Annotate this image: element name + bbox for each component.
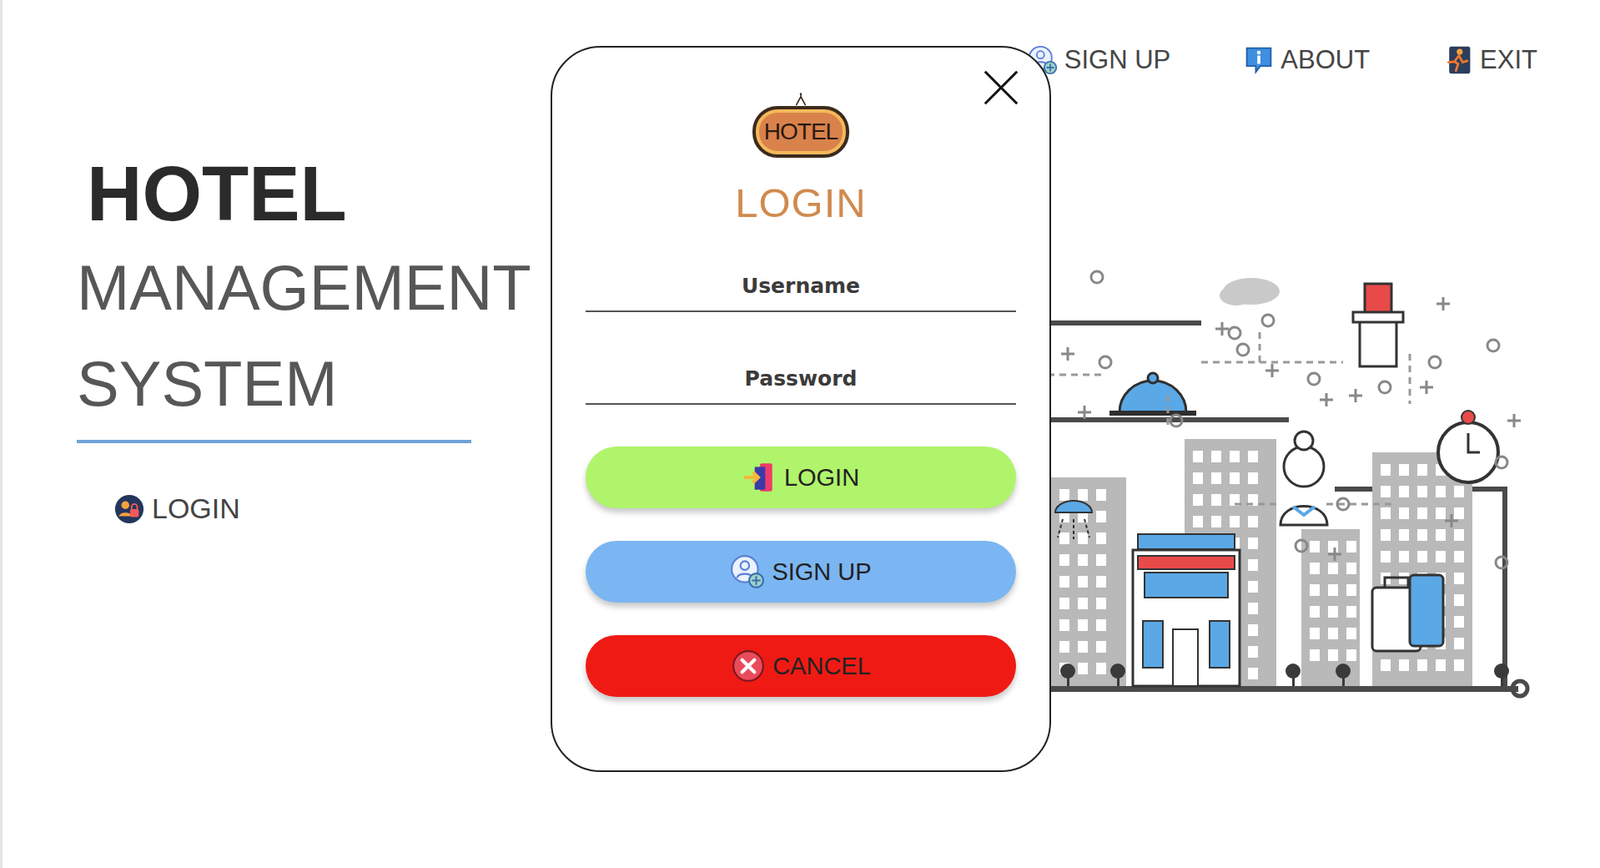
info-icon (1243, 45, 1274, 76)
nav-item[interactable]: SIGN UP (1027, 43, 1171, 77)
button-label: SIGN UP (771, 558, 871, 586)
login-link-label: LOGIN (151, 492, 241, 525)
text-field[interactable]: Username (585, 272, 1017, 312)
field-label: Username (741, 272, 861, 300)
close-icon (981, 67, 1022, 108)
signup-icon (729, 553, 765, 589)
nav-item[interactable]: EXIT (1443, 43, 1538, 77)
nav-item-label: ABOUT (1280, 45, 1370, 76)
user-lock-icon (113, 493, 146, 525)
close-button[interactable] (981, 67, 1022, 108)
app-title-system: SYSTEM (76, 351, 338, 417)
hotel-sign: HOTEL (752, 105, 850, 158)
app-title-hotel: HOTEL (86, 155, 348, 232)
login-icon (742, 459, 778, 495)
title-panel: HOTEL MANAGEMENT SYSTEM LOGIN (2, 0, 551, 868)
nav-item[interactable]: ABOUT (1243, 43, 1370, 77)
logo-text: HOTEL (764, 118, 838, 146)
login-dialog: HOTEL LOGIN Username Password LOGIN SIGN UP CA… (550, 45, 1052, 772)
hotel-illustration (1051, 253, 1600, 712)
exit-icon (1443, 45, 1474, 76)
button-label: CANCEL (772, 652, 871, 680)
button-group: LOGIN SIGN UP CANCEL (585, 446, 1017, 697)
button-label: LOGIN (784, 463, 860, 492)
nav-item-label: EXIT (1479, 45, 1538, 76)
dialog-title: LOGIN (734, 179, 866, 227)
signup-button[interactable]: SIGN UP (585, 540, 1017, 603)
login-button[interactable]: LOGIN (585, 446, 1017, 509)
hotel-logo: HOTEL (752, 92, 850, 158)
title-underline (76, 439, 472, 443)
app-title-management: MANAGEMENT (76, 255, 532, 321)
nav-item-label: SIGN UP (1064, 45, 1171, 76)
cancel-icon (730, 648, 766, 684)
login-link[interactable]: LOGIN (108, 488, 246, 529)
sign-hanger-icon (784, 92, 818, 106)
cancel-button[interactable]: CANCEL (585, 634, 1017, 697)
field-label: Password (744, 365, 858, 393)
text-field[interactable]: Password (585, 365, 1017, 405)
